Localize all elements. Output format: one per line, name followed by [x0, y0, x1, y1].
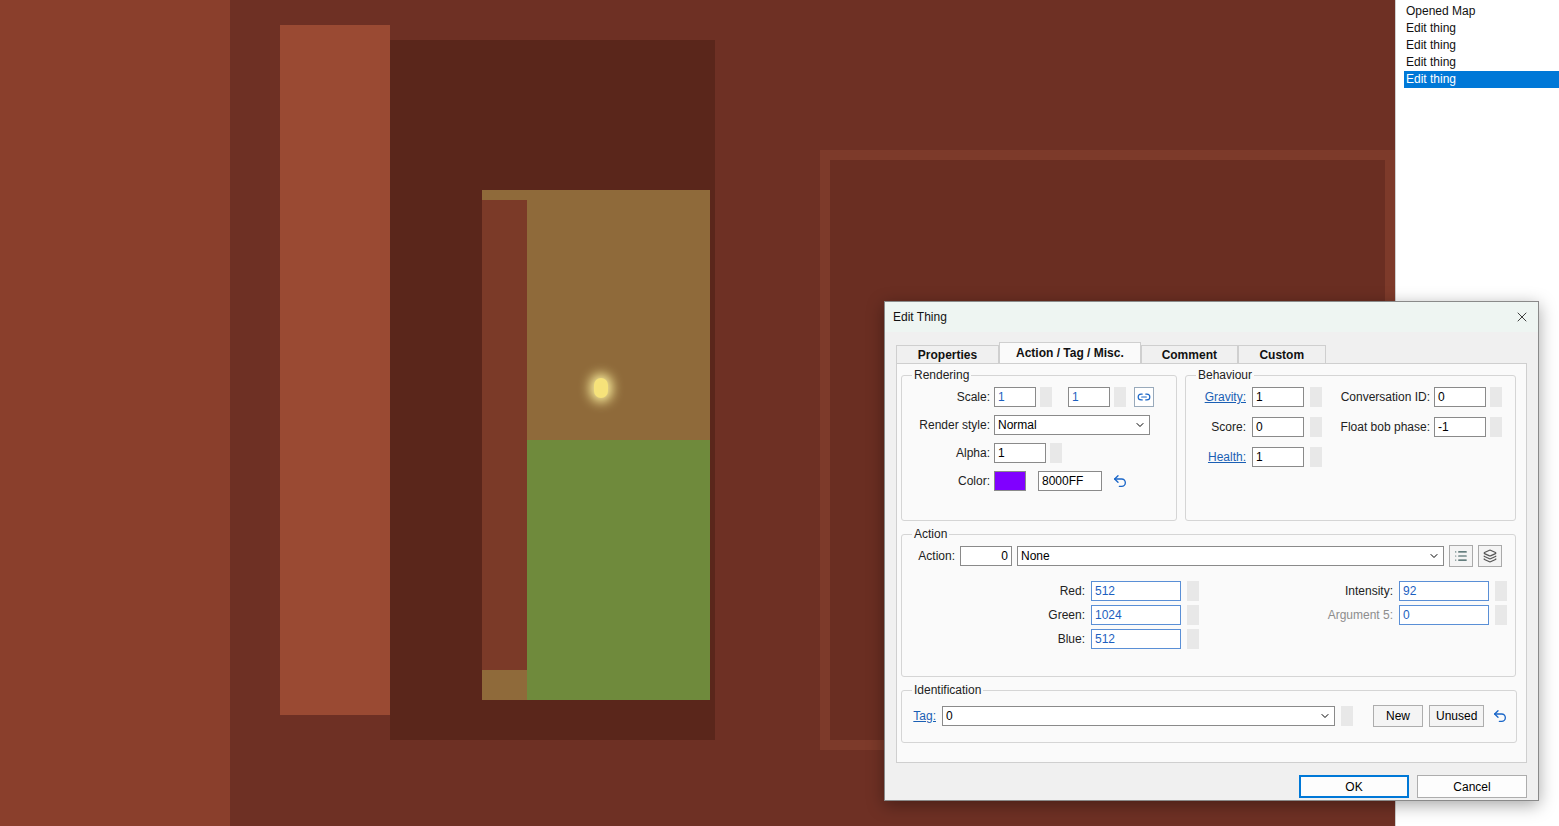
- text-field[interactable]: 512: [1091, 581, 1181, 601]
- action-number-field[interactable]: 0: [960, 546, 1012, 566]
- text-field[interactable]: 0: [1399, 605, 1489, 625]
- field-label: Color:: [910, 472, 990, 490]
- text-field[interactable]: 1: [1068, 387, 1110, 407]
- text-field[interactable]: 1024: [1091, 605, 1181, 625]
- reset-icon[interactable]: [1112, 473, 1128, 489]
- behaviour-group: BehaviourGravity:1Score:0Health:1Convers…: [1185, 366, 1516, 521]
- text-field[interactable]: 92: [1399, 581, 1489, 601]
- field-label: Action:: [910, 547, 955, 565]
- layers-icon: [1483, 549, 1497, 563]
- text-field[interactable]: 512: [1091, 629, 1181, 649]
- editor-screen: Opened MapEdit thingEdit thingEdit thing…: [0, 0, 1559, 826]
- tab[interactable]: Action / Tag / Misc.: [999, 342, 1141, 363]
- text-field[interactable]: 1: [994, 387, 1036, 407]
- field-label[interactable]: Tag:: [910, 707, 936, 725]
- link-scale-button[interactable]: [1134, 387, 1154, 407]
- light-sprite-icon[interactable]: [594, 378, 608, 398]
- history-item[interactable]: Edit thing: [1404, 54, 1559, 71]
- inner-pillar: [482, 200, 527, 670]
- dropdown-arrow-icon: [1319, 710, 1331, 722]
- tab[interactable]: Custom: [1238, 345, 1326, 363]
- dropdown-arrow-icon: [1428, 550, 1440, 562]
- dialog-title: Edit Thing: [893, 308, 947, 326]
- title-bar: Edit Thing: [885, 302, 1538, 332]
- field-indicator: [1040, 387, 1052, 407]
- field-indicator: [1187, 629, 1199, 649]
- history-item[interactable]: Edit thing: [1404, 37, 1559, 54]
- tab[interactable]: Properties: [896, 345, 999, 363]
- wall-pillar: [0, 0, 230, 826]
- field-label: Intensity:: [1199, 582, 1393, 600]
- action-group: ActionAction:0NoneRed:512Green:1024Blue:…: [901, 525, 1516, 677]
- text-field[interactable]: -1: [1434, 417, 1486, 437]
- field-label: Render style:: [910, 416, 990, 434]
- field-indicator: [1187, 581, 1199, 601]
- field-indicator: [1495, 581, 1507, 601]
- reset-icon[interactable]: [1492, 708, 1508, 724]
- field-indicator: [1310, 387, 1322, 407]
- render-style-select[interactable]: Normal: [994, 415, 1150, 435]
- field-label[interactable]: Gravity:: [1194, 388, 1246, 406]
- field-label: Argument 5:: [1199, 606, 1393, 624]
- field-label: Red:: [910, 582, 1085, 600]
- presets-button[interactable]: [1478, 545, 1502, 567]
- field-indicator: [1310, 447, 1322, 467]
- close-icon[interactable]: [1514, 309, 1530, 325]
- list-icon: [1454, 549, 1468, 563]
- tab[interactable]: Comment: [1141, 345, 1238, 363]
- text-field[interactable]: 0: [1434, 387, 1486, 407]
- field-label: Scale:: [910, 388, 990, 406]
- tab-panel: RenderingScale:11Render style:NormalAlph…: [896, 363, 1527, 763]
- identification-group: IdentificationTag:0NewUnused: [901, 681, 1517, 743]
- field-indicator: [1310, 417, 1322, 437]
- dialog-button[interactable]: OK: [1299, 775, 1409, 798]
- field-indicator: [1050, 443, 1062, 463]
- edit-thing-dialog: Edit Thing PropertiesAction / Tag / Misc.…: [884, 301, 1539, 801]
- field-label[interactable]: Health:: [1194, 448, 1246, 466]
- dialog-button[interactable]: Cancel: [1417, 775, 1527, 798]
- history-item[interactable]: Edit thing: [1404, 20, 1559, 37]
- history-item[interactable]: Edit thing: [1404, 71, 1559, 88]
- dropdown-arrow-icon: [1134, 419, 1146, 431]
- history-item[interactable]: Opened Map: [1404, 3, 1559, 20]
- field-label: Alpha:: [910, 444, 990, 462]
- field-label: Blue:: [910, 630, 1085, 648]
- field-indicator: [1490, 387, 1502, 407]
- link-icon: [1137, 390, 1151, 404]
- action-select[interactable]: None: [1017, 546, 1444, 566]
- browse-actions-button[interactable]: [1449, 545, 1473, 567]
- field-indicator: [1490, 417, 1502, 437]
- field-label: Score:: [1194, 418, 1246, 436]
- color-swatch[interactable]: [994, 471, 1026, 491]
- field-label: Green:: [910, 606, 1085, 624]
- tag-button[interactable]: New: [1373, 705, 1423, 727]
- field-label: Conversation ID:: [1330, 388, 1430, 406]
- text-field[interactable]: 1: [1252, 447, 1304, 467]
- inner-floor: [527, 440, 710, 700]
- field-indicator: [1341, 706, 1353, 726]
- rendering-group: RenderingScale:11Render style:NormalAlph…: [901, 366, 1177, 521]
- field-label: Float bob phase:: [1330, 418, 1430, 436]
- tag-select[interactable]: 0: [942, 706, 1335, 726]
- tag-button[interactable]: Unused: [1429, 705, 1484, 727]
- text-field[interactable]: 1: [1252, 387, 1304, 407]
- text-field[interactable]: 1: [994, 443, 1046, 463]
- wall-pillar: [280, 25, 390, 715]
- field-indicator: [1495, 605, 1507, 625]
- field-indicator: [1187, 605, 1199, 625]
- text-field[interactable]: 0: [1252, 417, 1304, 437]
- field-indicator: [1114, 387, 1126, 407]
- text-field[interactable]: 8000FF: [1038, 471, 1102, 491]
